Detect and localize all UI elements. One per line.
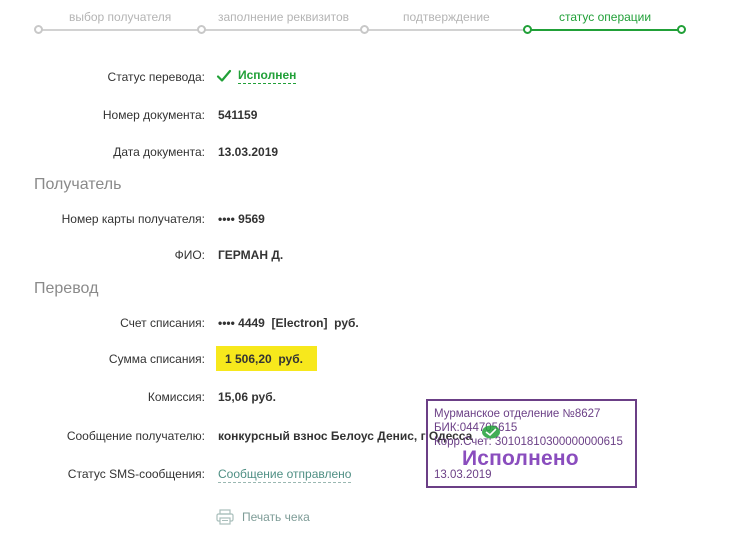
step-dot-active [523, 25, 532, 34]
stamp-branch: Мурманское отделение №8627 [434, 408, 601, 420]
transfer-status: Исполнен [216, 68, 297, 84]
debit-account-value: •••• 4449 [Electron] руб. [218, 316, 359, 330]
step-dot [197, 25, 206, 34]
debit-amount-value: 1 506,20 руб. [225, 352, 303, 366]
sms-status-link[interactable]: Сообщение отправлено [218, 467, 352, 483]
print-receipt-button[interactable]: Печать чека [216, 509, 310, 525]
stamp-date: 13.03.2019 [434, 469, 492, 481]
recipient-card-value: •••• 9569 [218, 212, 265, 226]
progress-stepper: выбор получателя заполнение реквизитов п… [0, 0, 732, 40]
step-dot-end [677, 25, 686, 34]
bank-stamp: Мурманское отделение №8627 БИК:044705615… [426, 399, 637, 488]
debit-amount-label: Сумма списания: [108, 352, 205, 366]
fee-value: 15,06 руб. [218, 390, 276, 404]
step-dot [34, 25, 43, 34]
recipient-card-label: Номер карты получателя: [61, 212, 205, 226]
stamp-bik: БИК:044705615 [434, 422, 518, 434]
step-dot [360, 25, 369, 34]
section-title-recipient: Получатель [34, 176, 122, 193]
step-label-confirm: подтверждение [403, 10, 490, 24]
document-date-label: Дата документа: [113, 145, 205, 159]
sms-status-label: Статус SMS-сообщения: [67, 467, 205, 481]
transfer-status-label: Статус перевода: [107, 70, 205, 84]
stamp-executed: Исполнено [462, 447, 579, 470]
message-label: Сообщение получателю: [66, 429, 205, 443]
checkmark-icon [216, 69, 232, 82]
amount-highlight: 1 506,20 руб. [216, 346, 317, 371]
transfer-status-value: Исполнен [238, 68, 297, 84]
debit-account-label: Счет списания: [120, 316, 205, 330]
fee-label: Комиссия: [147, 390, 205, 404]
step-connector [201, 29, 364, 31]
recipient-name-label: ФИО: [174, 248, 205, 262]
step-label-status: статус операции [559, 10, 652, 24]
step-connector [38, 29, 201, 31]
recipient-name-value: ГЕРМАН Д. [218, 248, 284, 262]
document-number-value: 541159 [218, 108, 258, 122]
printer-icon [216, 509, 234, 525]
section-title-transfer: Перевод [34, 280, 99, 297]
document-date-value: 13.03.2019 [218, 145, 279, 159]
step-connector [364, 29, 527, 31]
print-receipt-label: Печать чека [242, 510, 310, 524]
document-number-label: Номер документа: [102, 108, 205, 122]
step-label-details: заполнение реквизитов [218, 10, 350, 24]
step-label-recipient: выбор получателя [69, 10, 172, 24]
step-connector-active [527, 29, 681, 31]
